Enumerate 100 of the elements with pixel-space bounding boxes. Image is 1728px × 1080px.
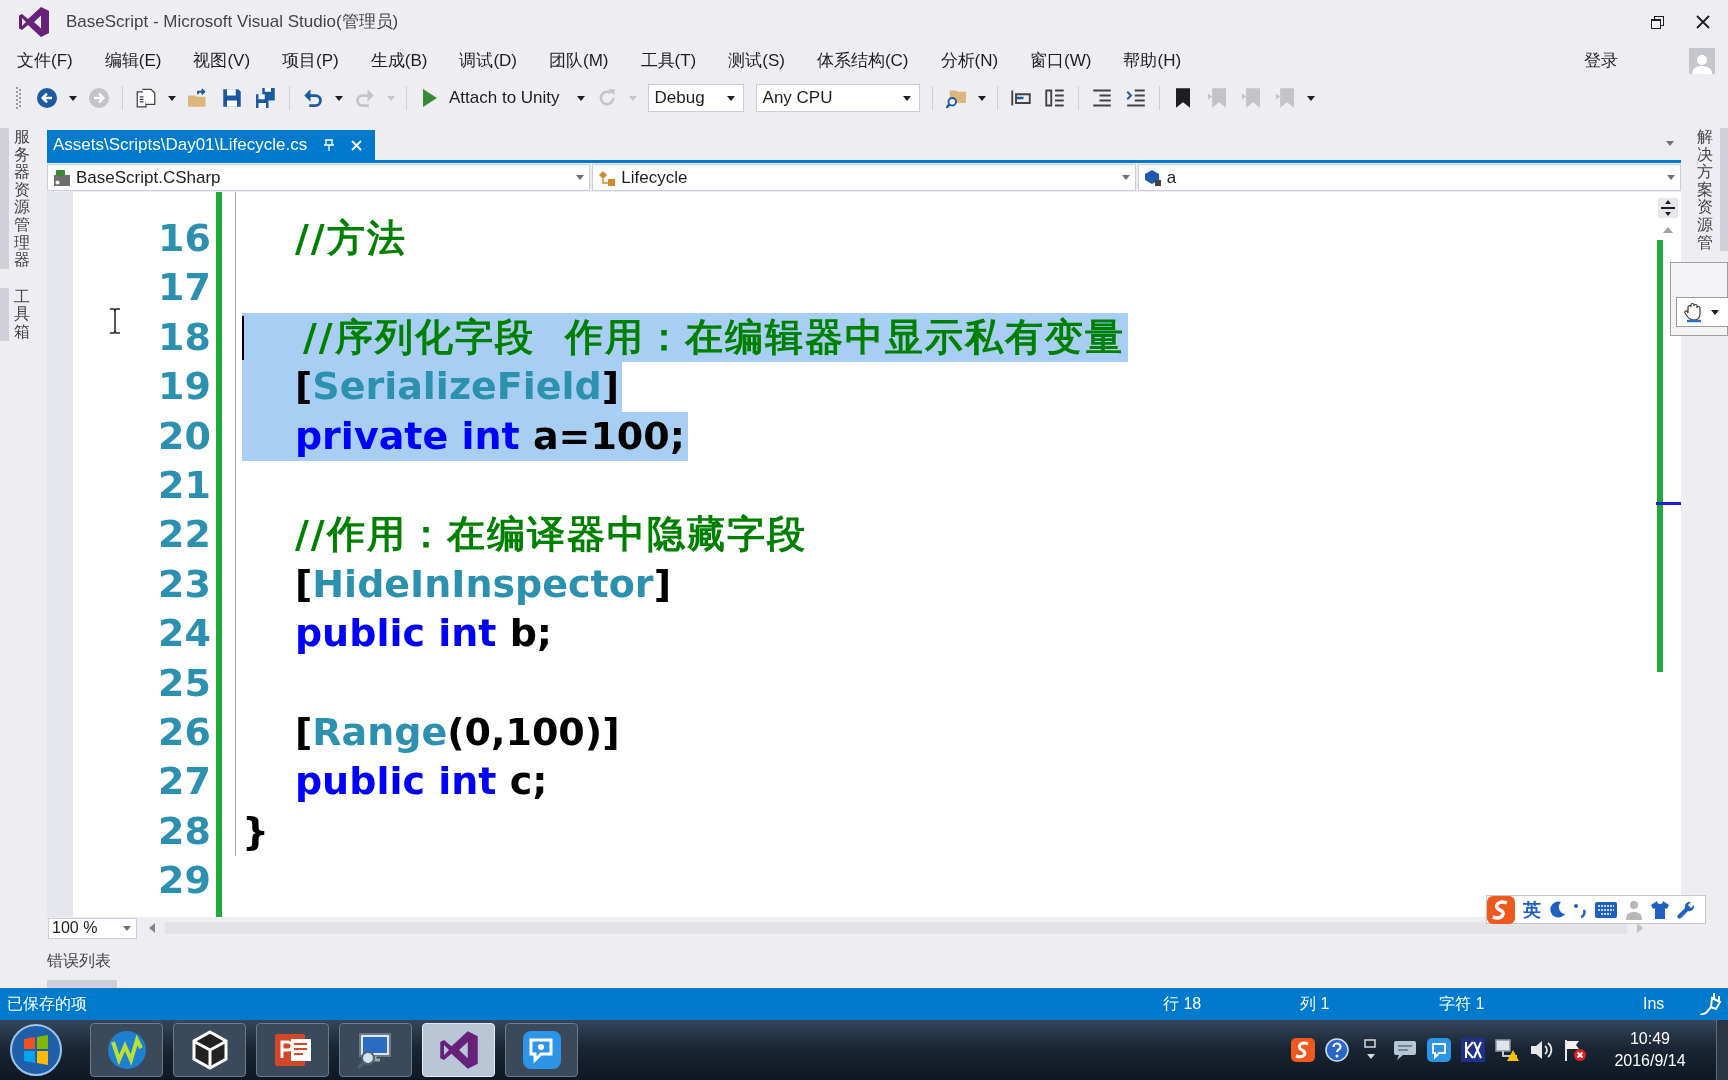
menu-item[interactable]: 视图(V) [185, 46, 259, 76]
hand-tool-button[interactable] [1676, 297, 1728, 327]
four-color-flag-orb-icon [10, 1024, 62, 1076]
menu-item[interactable]: 团队(M) [541, 46, 617, 76]
line-number: 26 [158, 709, 211, 754]
network-warning-icon [1495, 1038, 1519, 1062]
restore-icon [1650, 15, 1664, 29]
menu-item[interactable]: 调试(D) [451, 46, 525, 76]
toolbar-grip[interactable] [16, 87, 21, 109]
menu-item[interactable]: 分析(N) [932, 46, 1007, 76]
caret-icon [123, 925, 131, 931]
person-icon [1625, 899, 1643, 920]
caret-icon [335, 95, 343, 101]
code-line: [HideInInspector] [294, 560, 671, 608]
outdent-icon [1010, 88, 1031, 108]
speaker-icon [1529, 1038, 1553, 1062]
code-line: } [242, 807, 270, 855]
help-icon [1325, 1038, 1349, 1062]
caret-icon [902, 95, 911, 101]
caret-icon [69, 95, 77, 101]
menu-item[interactable]: 窗口(W) [1022, 46, 1100, 76]
sign-in-link[interactable]: 登录 [1584, 48, 1618, 74]
caret-icon [628, 95, 637, 101]
caret-icon [168, 95, 176, 101]
menu-item[interactable]: 编辑(E) [96, 46, 170, 76]
type-dropdown[interactable]: Lifecycle [592, 164, 1136, 191]
taskbar-app-button[interactable] [90, 1023, 163, 1077]
bookmark-arrow-icon [1275, 88, 1294, 108]
code-line: //方法 [294, 215, 407, 262]
menu-item[interactable]: 文件(F) [9, 46, 81, 76]
line-number: 17 [158, 265, 211, 310]
folder-arrow-icon [188, 88, 208, 108]
wave-globe-icon [106, 1030, 147, 1070]
caret-icon [1666, 140, 1674, 146]
project-dropdown[interactable]: BaseScript.CSharp [47, 164, 591, 191]
floppy-disks-icon [256, 88, 276, 108]
line-number: 22 [158, 512, 211, 557]
wrench-icon [1677, 900, 1695, 919]
scroll-left-button[interactable] [147, 921, 157, 935]
zoom-dropdown[interactable]: 100 % [48, 917, 137, 939]
splitter-icon [1660, 200, 1675, 216]
chat-tile-icon [1427, 1038, 1451, 1062]
code-line: //作用：在编译器中隐藏字段 [294, 511, 807, 559]
taskbar-app-button[interactable] [339, 1023, 412, 1077]
attach-button[interactable]: Attach to Unity [415, 83, 570, 113]
menu-item[interactable]: 帮助(H) [1115, 46, 1190, 76]
lines-arrow-icon [1125, 88, 1146, 108]
taskbar-app-button[interactable] [173, 1023, 246, 1077]
code-line: [Range(0,100)] [294, 708, 620, 756]
line-number: 28 [158, 808, 211, 853]
left-arrow-icon [149, 923, 155, 933]
document-stack-icon [136, 88, 156, 108]
input-mode-toggle[interactable]: 英 [1523, 898, 1541, 921]
chat-screen-icon [1393, 1038, 1417, 1062]
toolbar-dropdown[interactable]: Debug [647, 84, 744, 112]
line-number: 25 [158, 660, 211, 705]
chat-bubble-icon [521, 1030, 562, 1070]
clock-date[interactable]: 2016/9/14 [1614, 1050, 1686, 1072]
bookmark-icon [1175, 88, 1190, 108]
line-number: 27 [158, 759, 211, 804]
undo-icon [303, 88, 323, 108]
caret-position-marker [1656, 502, 1681, 505]
caret-icon [387, 95, 395, 101]
column-indicator: 列 1 [1300, 995, 1330, 1012]
field-lock-icon [1143, 168, 1162, 187]
crescent-moon-icon [1549, 900, 1565, 919]
split-window-button[interactable] [1657, 198, 1678, 218]
insert-mode-indicator: Ins [1643, 995, 1665, 1012]
document-tab[interactable]: Assets\Scripts\Day01\Lifecycle.cs [47, 130, 376, 160]
line-number: 16 [158, 216, 211, 260]
indent-icon [1044, 88, 1065, 108]
caret-icon [576, 95, 585, 101]
tab-list-button[interactable] [1663, 138, 1677, 148]
taskbar-app-button[interactable] [256, 1023, 329, 1077]
close-icon [351, 139, 363, 151]
caret-icon [726, 95, 735, 101]
code-line: public int c; [294, 758, 548, 806]
infinity-logo-icon [438, 1030, 479, 1070]
taskbar-app-button[interactable] [505, 1023, 578, 1077]
bookmark-arrow-icon [1207, 88, 1226, 108]
plug-icon [1700, 993, 1722, 1015]
toolbar-dropdown[interactable]: Any CPU [755, 84, 920, 112]
app-logo-icon [18, 6, 50, 38]
s-logo-icon [1291, 1038, 1315, 1062]
line-number: 21 [158, 462, 211, 507]
side-tab[interactable]: 解决方案资源管 [1688, 128, 1728, 252]
shirt-icon [1651, 900, 1669, 919]
folder-magnifier-icon [945, 88, 966, 108]
member-dropdown[interactable]: a [1137, 164, 1681, 191]
line-number: 23 [158, 561, 211, 606]
menu-item[interactable]: 工具(T) [632, 46, 705, 76]
menu-item[interactable]: 生成(B) [362, 46, 436, 76]
horizontal-scrollbar-track[interactable] [165, 922, 1627, 934]
menu-item[interactable]: 测试(S) [720, 46, 793, 76]
menu-item[interactable]: 项目(P) [274, 46, 347, 76]
menu-item[interactable]: 体系结构(C) [808, 46, 917, 76]
clock-time[interactable]: 10:49 [1629, 1028, 1670, 1050]
line-indicator: 行 18 [1163, 995, 1202, 1012]
flag-error-icon [1563, 1038, 1587, 1062]
grip-dots-icon [16, 87, 21, 109]
